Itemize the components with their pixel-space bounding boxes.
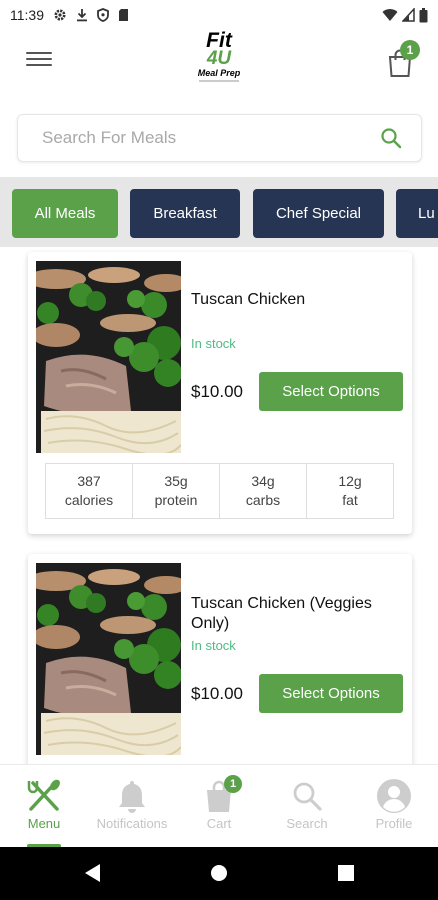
cart-badge: 1 (224, 775, 242, 793)
bag-icon: 1 (204, 775, 242, 815)
bottom-tab-bar: Menu Notifications 1 Cart Search Profile (0, 764, 438, 848)
bell-icon (117, 777, 147, 815)
macro-label: calories (64, 492, 114, 508)
tab-label: Profile (375, 816, 413, 831)
meal-card: Tuscan Chicken In stock $10.00 Select Op… (28, 252, 412, 534)
macro-value: 387 (77, 473, 101, 489)
cart-count-badge: 1 (400, 40, 420, 60)
download-icon (76, 8, 88, 22)
fork-knife-icon (25, 777, 63, 815)
category-chef-special[interactable]: Chef Special (253, 189, 384, 238)
select-options-button[interactable]: Select Options (259, 674, 403, 713)
logo-line-3: Meal Prep (197, 68, 241, 78)
stock-status: In stock (191, 336, 236, 351)
macro-calories: 387 calories (46, 464, 133, 518)
meal-photo[interactable] (36, 261, 181, 453)
macro-table: 387 calories 35g protein 34g carbs 12g f… (45, 463, 394, 519)
status-time: 11:39 (10, 7, 44, 23)
search-icon[interactable] (379, 126, 403, 150)
home-icon[interactable] (209, 862, 229, 884)
tab-label: Notifications (96, 816, 168, 831)
user-icon (376, 777, 412, 815)
macro-label: carbs (245, 492, 281, 508)
category-breakfast[interactable]: Breakfast (130, 189, 240, 238)
meal-name: Tuscan Chicken (Veggies Only) (191, 595, 372, 632)
meal-photo[interactable] (36, 563, 181, 755)
meal-name: Tuscan Chicken (191, 291, 306, 308)
tab-notifications[interactable]: Notifications (88, 765, 176, 848)
search-box (17, 114, 422, 162)
wifi-icon (382, 8, 398, 22)
recents-icon[interactable] (336, 862, 356, 884)
brand-logo: Fit 4U Meal Prep (184, 30, 254, 88)
battery-icon (419, 7, 428, 23)
tab-label: Menu (27, 816, 61, 831)
shield-icon (97, 8, 109, 22)
tab-menu[interactable]: Menu (0, 765, 88, 848)
tab-search[interactable]: Search (263, 765, 351, 848)
gear-icon (53, 8, 67, 22)
macro-label: protein (154, 492, 198, 508)
select-options-button[interactable]: Select Options (259, 372, 403, 411)
sim-card-icon (118, 8, 129, 22)
macro-fat: 12g fat (307, 464, 393, 518)
category-all-meals[interactable]: All Meals (12, 189, 118, 238)
meal-price: $10.00 (191, 382, 243, 401)
macro-value: 34g (251, 473, 275, 489)
meal-price: $10.00 (191, 684, 243, 703)
cart-button[interactable]: 1 (384, 40, 420, 78)
search-icon (291, 777, 323, 815)
search-input[interactable] (42, 128, 379, 148)
app-header: Fit 4U Meal Prep 1 (0, 30, 438, 102)
hamburger-menu-icon[interactable] (26, 47, 52, 71)
tab-profile[interactable]: Profile (350, 765, 438, 848)
back-icon[interactable] (82, 862, 102, 884)
logo-line-2: 4U (206, 48, 232, 69)
tab-label: Search (286, 816, 328, 831)
macro-carbs: 34g carbs (220, 464, 307, 518)
stock-status: In stock (191, 638, 236, 653)
tab-cart[interactable]: 1 Cart (175, 765, 263, 848)
category-lunch[interactable]: Lu (396, 189, 438, 238)
macro-value: 35g (164, 473, 188, 489)
category-bar: All Meals Breakfast Chef Special Lu (0, 177, 438, 247)
system-navigation-bar (0, 847, 438, 900)
macro-protein: 35g protein (133, 464, 220, 518)
macro-label: fat (342, 492, 358, 508)
tab-label: Cart (206, 816, 232, 831)
status-bar: 11:39 (0, 0, 438, 30)
signal-icon (402, 8, 415, 22)
macro-value: 12g (338, 473, 362, 489)
meal-card: Tuscan Chicken (Veggies Only) In stock $… (28, 554, 412, 784)
